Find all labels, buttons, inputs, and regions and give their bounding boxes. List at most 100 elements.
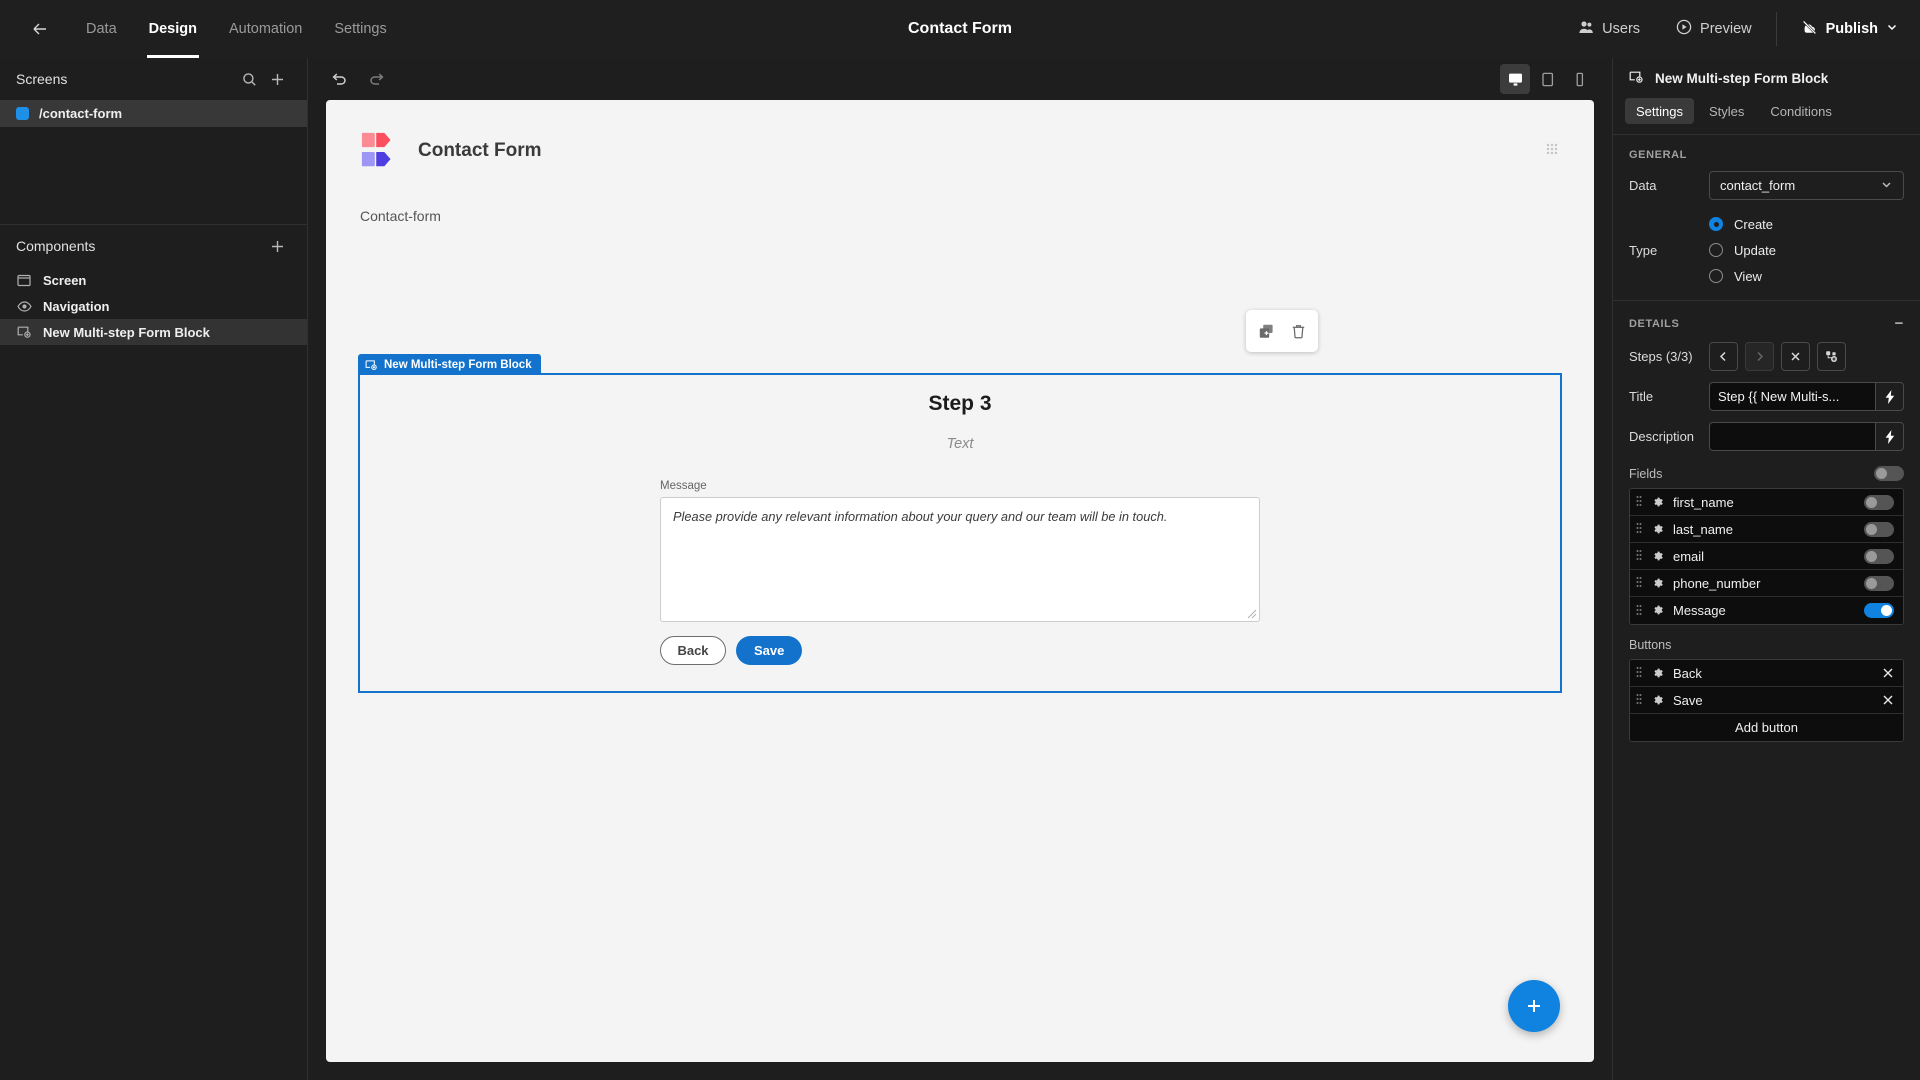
search-icon[interactable] bbox=[235, 65, 263, 93]
duplicate-icon[interactable] bbox=[1254, 319, 1278, 343]
tab-settings[interactable]: Settings bbox=[1625, 98, 1694, 124]
drag-handle-icon[interactable] bbox=[1544, 141, 1560, 162]
details-section-title: DETAILS bbox=[1629, 317, 1680, 330]
field-toggle[interactable] bbox=[1864, 494, 1894, 510]
title-input[interactable]: Step {{ New Multi-s... bbox=[1709, 382, 1875, 411]
field-row-phone-number[interactable]: phone_number bbox=[1630, 570, 1903, 597]
publish-button[interactable]: Publish bbox=[1783, 12, 1920, 46]
app-root: Data Design Automation Settings Contact … bbox=[0, 0, 1920, 1080]
field-toggle[interactable] bbox=[1864, 548, 1894, 564]
selected-form-block[interactable]: New Multi-step Form Block Step 3 Text Me… bbox=[358, 354, 1562, 693]
users-icon bbox=[1578, 19, 1594, 39]
fields-master-toggle[interactable] bbox=[1874, 466, 1904, 481]
gear-icon[interactable] bbox=[1651, 694, 1664, 707]
next-step-button[interactable] bbox=[1745, 342, 1774, 371]
title-binding-icon[interactable] bbox=[1875, 382, 1904, 411]
drag-handle-icon[interactable] bbox=[1636, 665, 1642, 681]
gear-icon[interactable] bbox=[1651, 577, 1664, 590]
component-label: Screen bbox=[43, 272, 87, 288]
tab-design[interactable]: Design bbox=[133, 0, 213, 58]
delete-icon[interactable] bbox=[1286, 319, 1310, 343]
description-input[interactable] bbox=[1709, 422, 1875, 451]
back-arrow-icon[interactable] bbox=[18, 7, 62, 51]
components-header: Components bbox=[0, 225, 307, 267]
screen-item-contact-form[interactable]: /contact-form bbox=[0, 100, 307, 127]
message-field-label: Message bbox=[660, 480, 707, 492]
radio-update[interactable]: Update bbox=[1709, 237, 1904, 263]
drag-handle-icon[interactable] bbox=[1636, 494, 1642, 510]
button-row-back[interactable]: Back bbox=[1630, 660, 1903, 687]
tab-automation[interactable]: Automation bbox=[213, 0, 318, 58]
publish-label: Publish bbox=[1825, 21, 1878, 37]
tab-conditions[interactable]: Conditions bbox=[1759, 98, 1842, 124]
description-row: Description bbox=[1613, 422, 1920, 462]
radio-icon bbox=[1709, 217, 1723, 231]
redo-icon[interactable] bbox=[364, 66, 390, 92]
drag-handle-icon[interactable] bbox=[1636, 603, 1642, 619]
preview-button[interactable]: Preview bbox=[1658, 12, 1770, 46]
drag-handle-icon[interactable] bbox=[1636, 548, 1642, 564]
right-panel-tabs: Settings Styles Conditions bbox=[1613, 98, 1920, 134]
remove-button-icon[interactable] bbox=[1882, 694, 1894, 706]
fields-label: Fields bbox=[1629, 466, 1663, 481]
gear-icon[interactable] bbox=[1651, 667, 1664, 680]
resize-grip-icon[interactable] bbox=[1246, 608, 1257, 619]
gear-icon[interactable] bbox=[1651, 496, 1664, 509]
add-component-icon[interactable] bbox=[263, 232, 291, 260]
device-tablet-button[interactable] bbox=[1532, 64, 1562, 94]
drag-handle-icon[interactable] bbox=[1636, 521, 1642, 537]
chevron-down-icon[interactable] bbox=[1886, 21, 1898, 37]
tab-data[interactable]: Data bbox=[70, 0, 133, 58]
delete-step-button[interactable] bbox=[1781, 342, 1810, 371]
message-textarea[interactable]: Please provide any relevant information … bbox=[660, 497, 1260, 622]
screen-name-label: Contact-form bbox=[360, 208, 441, 224]
add-screen-icon[interactable] bbox=[263, 65, 291, 93]
field-row-email[interactable]: email bbox=[1630, 543, 1903, 570]
form-save-button[interactable]: Save bbox=[736, 636, 803, 665]
users-button[interactable]: Users bbox=[1560, 12, 1658, 46]
field-toggle[interactable] bbox=[1864, 521, 1894, 537]
collapse-icon[interactable]: − bbox=[1895, 315, 1904, 332]
field-row-message[interactable]: Message bbox=[1630, 597, 1903, 624]
add-step-button[interactable] bbox=[1817, 342, 1846, 371]
description-binding-icon[interactable] bbox=[1875, 422, 1904, 451]
remove-button-icon[interactable] bbox=[1882, 667, 1894, 679]
component-label: New Multi-step Form Block bbox=[43, 324, 210, 340]
add-button-row[interactable]: Add button bbox=[1630, 714, 1903, 741]
gear-icon[interactable] bbox=[1651, 550, 1664, 563]
field-row-last-name[interactable]: last_name bbox=[1630, 516, 1903, 543]
form-back-button[interactable]: Back bbox=[660, 636, 726, 665]
tab-styles[interactable]: Styles bbox=[1698, 98, 1755, 124]
data-select[interactable]: contact_form bbox=[1709, 171, 1904, 200]
navigation-icon bbox=[16, 300, 32, 313]
field-toggle[interactable] bbox=[1864, 603, 1894, 618]
button-row-save[interactable]: Save bbox=[1630, 687, 1903, 714]
device-mobile-button[interactable] bbox=[1564, 64, 1594, 94]
field-row-first-name[interactable]: first_name bbox=[1630, 489, 1903, 516]
left-sidebar: Screens /contact-form Components Screen … bbox=[0, 58, 308, 1080]
form-canvas[interactable]: Contact Form Contact-form New Multi-step… bbox=[326, 100, 1594, 1062]
title-input-group: Step {{ New Multi-s... bbox=[1709, 382, 1904, 411]
gear-icon[interactable] bbox=[1651, 523, 1664, 536]
previous-step-button[interactable] bbox=[1709, 342, 1738, 371]
form-block-icon bbox=[16, 325, 32, 339]
title-row: Title Step {{ New Multi-s... bbox=[1613, 382, 1920, 422]
component-item-multistep-form-block[interactable]: New Multi-step Form Block bbox=[0, 319, 307, 345]
gear-icon[interactable] bbox=[1651, 604, 1664, 617]
drag-handle-icon[interactable] bbox=[1636, 575, 1642, 591]
button-name: Back bbox=[1673, 665, 1702, 681]
drag-handle-icon[interactable] bbox=[1636, 692, 1642, 708]
radio-create[interactable]: Create bbox=[1709, 211, 1904, 237]
tab-settings[interactable]: Settings bbox=[318, 0, 402, 58]
message-field-group: Message Please provide any relevant info… bbox=[660, 480, 1260, 622]
device-preview-switcher bbox=[1500, 64, 1594, 94]
screens-header: Screens bbox=[0, 58, 307, 100]
radio-view[interactable]: View bbox=[1709, 263, 1904, 289]
field-toggle[interactable] bbox=[1864, 575, 1894, 591]
undo-icon[interactable] bbox=[326, 66, 352, 92]
add-block-fab[interactable] bbox=[1508, 980, 1560, 1032]
component-item-navigation[interactable]: Navigation bbox=[0, 293, 307, 319]
component-item-screen[interactable]: Screen bbox=[0, 267, 307, 293]
device-desktop-button[interactable] bbox=[1500, 64, 1530, 94]
screen-color-swatch bbox=[16, 107, 29, 120]
